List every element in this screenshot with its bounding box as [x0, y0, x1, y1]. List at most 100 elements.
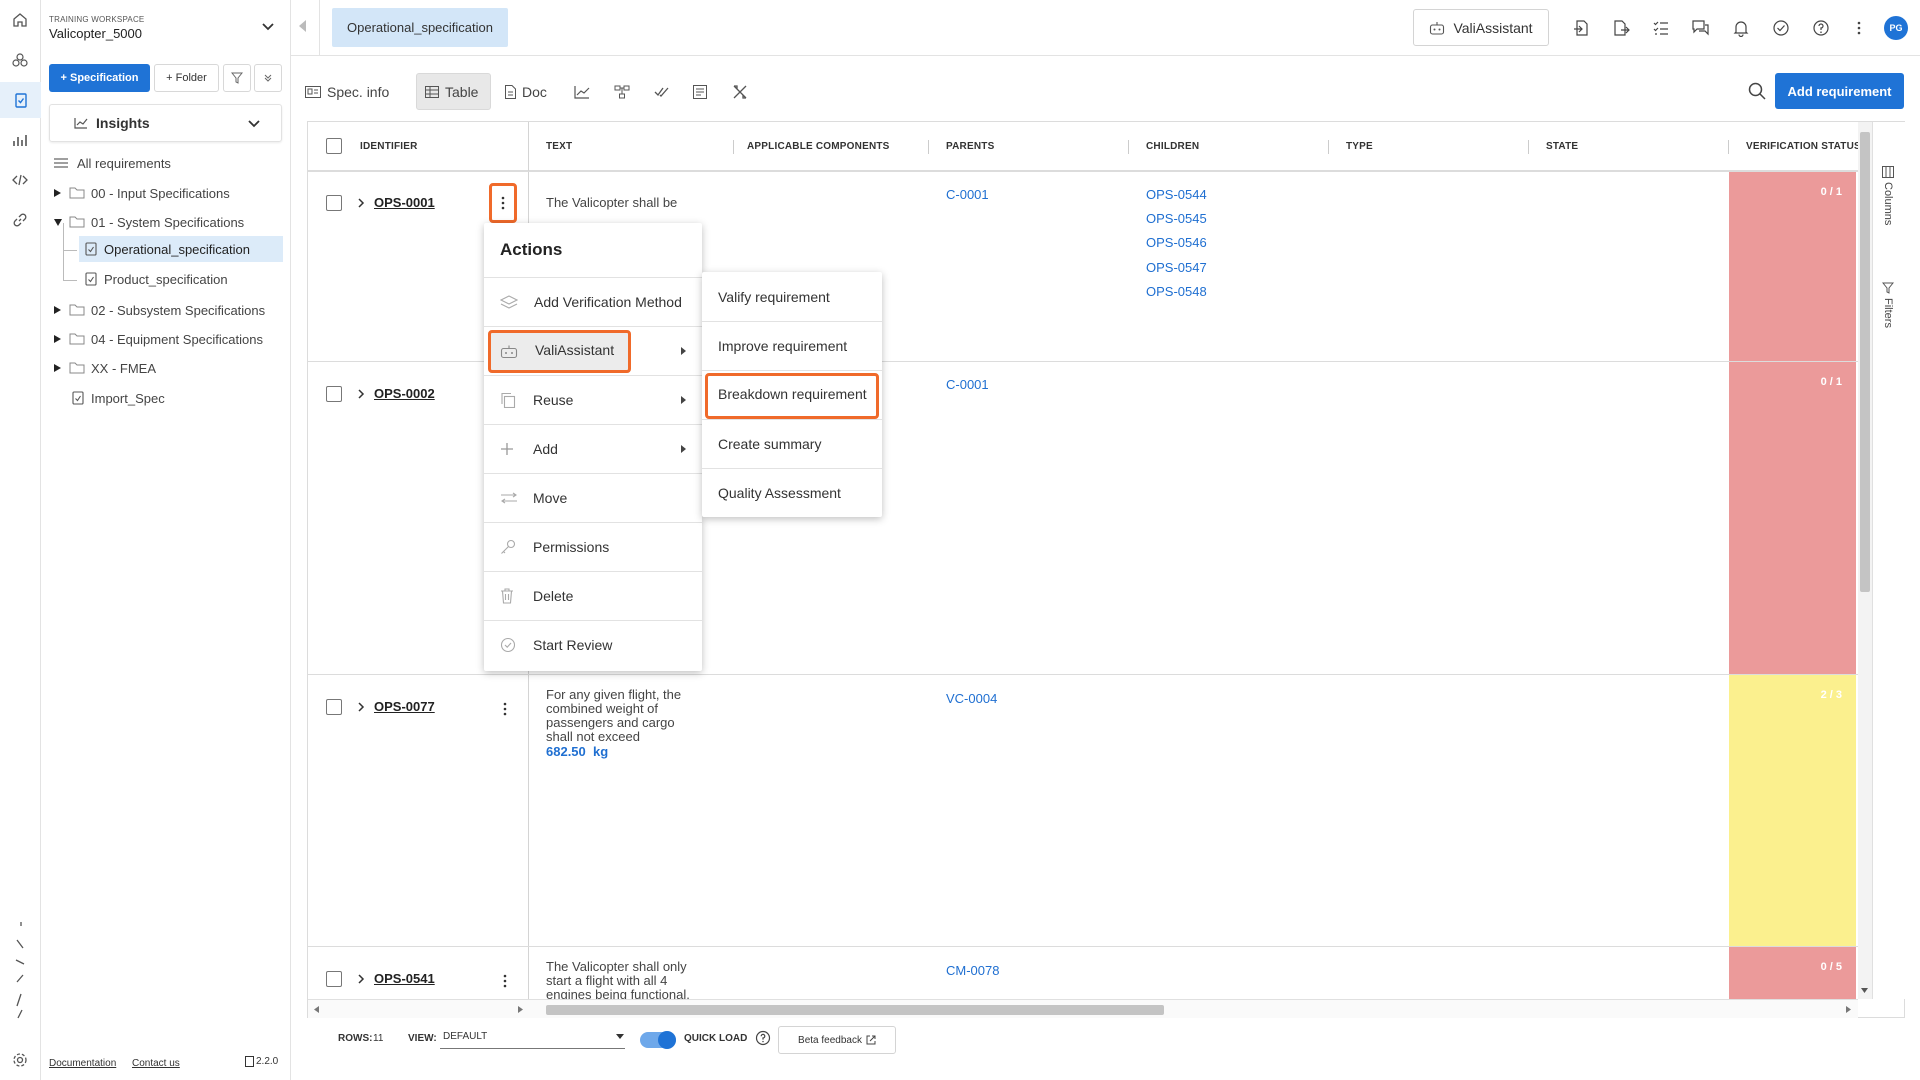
verification-status-cell[interactable]: 0 / 5 [1729, 947, 1856, 999]
avatar[interactable]: PG [1884, 16, 1908, 40]
collapse-all-button[interactable] [254, 64, 282, 92]
add-specification-button[interactable]: + Specification [49, 64, 150, 92]
import-icon[interactable] [1572, 18, 1592, 38]
row-checkbox[interactable] [326, 195, 342, 211]
filters-tab[interactable]: Filters [1882, 282, 1894, 328]
valiassistant-button[interactable]: ValiAssistant [1413, 9, 1549, 46]
chevron-right-icon[interactable] [358, 198, 365, 208]
chevron-right-icon[interactable] [358, 389, 365, 399]
parent-link[interactable]: VC-0004 [946, 691, 997, 706]
tree-item-input-specs[interactable]: 00 - Input Specifications [41, 180, 291, 206]
row-checkbox[interactable] [326, 971, 342, 987]
tree-item-fmea[interactable]: XX - FMEA [41, 355, 291, 381]
vertical-scroll-thumb[interactable] [1860, 132, 1870, 592]
workspace-name[interactable]: Valicopter_5000 [49, 26, 142, 41]
menu-item-permissions[interactable]: Permissions [484, 522, 702, 571]
export-icon[interactable] [1611, 18, 1631, 38]
parent-link[interactable]: CM-0078 [946, 963, 999, 978]
link-icon[interactable] [10, 210, 30, 230]
report-view-button[interactable] [685, 73, 715, 110]
components-icon[interactable] [10, 50, 30, 70]
analytics-icon[interactable] [10, 130, 30, 150]
requirement-id[interactable]: OPS-0002 [374, 386, 435, 401]
contact-link[interactable]: Contact us [132, 1058, 180, 1069]
help-icon[interactable] [1811, 18, 1831, 38]
column-resize-handle[interactable] [1328, 140, 1329, 154]
table-row[interactable]: OPS-0541 The Valicopter shall only start… [308, 946, 1858, 999]
table-view-button[interactable]: Table [416, 73, 491, 110]
verification-status-cell[interactable]: 0 / 1 [1729, 172, 1856, 362]
header-applicable-components[interactable]: APPLICABLE COMPONENTS [747, 122, 890, 171]
verification-view-button[interactable] [646, 73, 678, 110]
tree-item-operational-spec[interactable]: Operational_specification [79, 236, 283, 262]
child-link[interactable]: OPS-0544 [1146, 187, 1207, 202]
chart-view-button[interactable] [566, 73, 598, 110]
vertical-scrollbar[interactable] [1858, 122, 1872, 999]
menu-item-add[interactable]: Add [484, 424, 702, 473]
submenu-item-valify[interactable]: Valify requirement [702, 272, 882, 321]
menu-item-reuse[interactable]: Reuse [484, 375, 702, 424]
submenu-item-improve[interactable]: Improve requirement [702, 321, 882, 370]
help-icon[interactable] [755, 1030, 771, 1046]
chevron-down-icon[interactable] [261, 22, 275, 32]
horizontal-scrollbar[interactable] [308, 999, 1858, 1018]
code-icon[interactable] [10, 170, 30, 190]
submenu-item-summary[interactable]: Create summary [702, 419, 882, 468]
menu-item-move[interactable]: Move [484, 473, 702, 522]
column-resize-handle[interactable] [928, 140, 929, 154]
header-children[interactable]: CHILDREN [1146, 122, 1199, 171]
submenu-item-breakdown[interactable]: Breakdown requirement [702, 370, 882, 419]
more-vertical-icon[interactable] [1849, 18, 1869, 38]
quick-load-toggle[interactable] [640, 1031, 676, 1049]
tab-operational-specification[interactable]: Operational_specification [332, 8, 508, 47]
row-actions-button[interactable] [489, 183, 517, 223]
menu-item-add-verification-method[interactable]: Add Verification Method [484, 277, 702, 326]
bell-icon[interactable] [1731, 18, 1751, 38]
chevron-right-icon[interactable] [358, 702, 365, 712]
add-folder-button[interactable]: + Folder [154, 64, 219, 92]
menu-item-valiassistant[interactable]: ValiAssistant [484, 326, 702, 375]
row-checkbox[interactable] [326, 699, 342, 715]
tools-view-button[interactable] [724, 73, 756, 110]
header-identifier[interactable]: IDENTIFIER [360, 122, 418, 171]
requirement-id[interactable]: OPS-0541 [374, 971, 435, 986]
filter-button[interactable] [223, 64, 251, 92]
requirement-text[interactable]: The Valicopter shall be [546, 195, 677, 210]
header-type[interactable]: TYPE [1346, 122, 1373, 171]
requirement-id[interactable]: OPS-0001 [374, 195, 435, 210]
chevron-right-icon[interactable] [358, 974, 365, 984]
column-resize-handle[interactable] [1728, 140, 1729, 154]
column-resize-handle[interactable] [1128, 140, 1129, 154]
menu-item-start-review[interactable]: Start Review [484, 620, 702, 669]
header-text[interactable]: TEXT [546, 122, 572, 171]
tree-item-import-spec[interactable]: Import_Spec [41, 385, 291, 411]
traceability-view-button[interactable] [606, 73, 638, 110]
task-list-icon[interactable] [1651, 18, 1671, 38]
horizontal-scroll-thumb[interactable] [546, 1005, 1164, 1015]
requirement-value[interactable]: 682.50 kg [546, 744, 608, 759]
tree-item-equipment-specs[interactable]: 04 - Equipment Specifications [41, 326, 291, 352]
child-link[interactable]: OPS-0545 [1146, 211, 1207, 226]
view-select[interactable]: DEFAULT [440, 1025, 625, 1049]
check-circle-icon[interactable] [1771, 18, 1791, 38]
header-parents[interactable]: PARENTS [946, 122, 994, 171]
child-link[interactable]: OPS-0547 [1146, 260, 1207, 275]
comments-icon[interactable] [1691, 18, 1711, 38]
documentation-link[interactable]: Documentation [49, 1058, 116, 1069]
search-icon[interactable] [1748, 82, 1766, 100]
tree-item-product-spec[interactable]: Product_specification [79, 266, 283, 292]
requirement-id[interactable]: OPS-0077 [374, 699, 435, 714]
requirement-text[interactable]: The Valicopter shall only start a flight… [546, 960, 706, 1000]
menu-item-delete[interactable]: Delete [484, 571, 702, 620]
home-icon[interactable] [10, 10, 30, 30]
header-verification-status[interactable]: VERIFICATION STATUS [1746, 122, 1861, 171]
child-link[interactable]: OPS-0548 [1146, 284, 1207, 299]
header-state[interactable]: STATE [1546, 122, 1578, 171]
doc-view-button[interactable]: Doc [497, 73, 555, 110]
child-link[interactable]: OPS-0546 [1146, 235, 1207, 250]
column-resize-handle[interactable] [1528, 140, 1529, 154]
beta-feedback-button[interactable]: Beta feedback [778, 1026, 896, 1054]
row-checkbox[interactable] [326, 386, 342, 402]
table-row[interactable]: OPS-0077 For any given flight, the combi… [308, 674, 1858, 947]
specifications-icon[interactable] [0, 82, 41, 118]
